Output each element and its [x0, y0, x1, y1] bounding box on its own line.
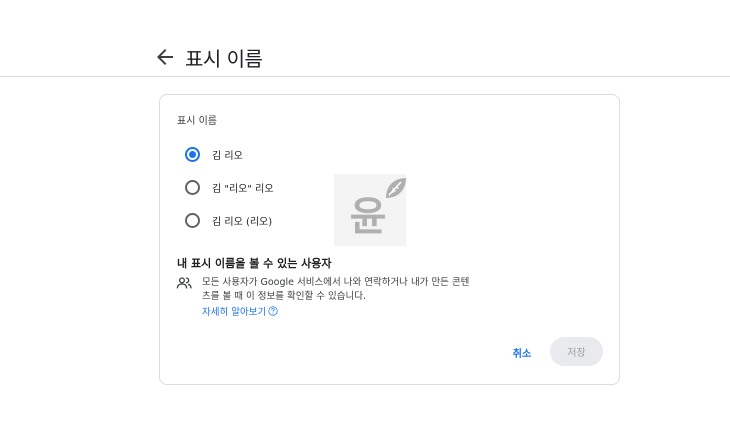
save-button[interactable]: 저장: [550, 337, 603, 366]
section-label: 표시 이름: [177, 116, 217, 127]
name-option-2[interactable]: 김 "리오" 리오: [185, 176, 274, 198]
page-header: 표시 이름: [0, 0, 730, 77]
visibility-title: 내 표시 이름을 볼 수 있는 사용자: [177, 257, 332, 270]
name-option-label: 김 리오: [212, 150, 243, 162]
name-option-3[interactable]: 김 리오 (리오): [185, 209, 272, 231]
radio-unselected[interactable]: [185, 212, 200, 228]
yoon-leaf-logo: 윤: [334, 174, 406, 246]
learn-more-label[interactable]: 자세히 알아보기: [202, 304, 266, 318]
name-option-label: 김 리오 (리오): [212, 216, 273, 228]
page-title: 표시 이름: [185, 47, 263, 71]
svg-text:윤: 윤: [350, 194, 387, 240]
visibility-description: 모든 사용자가 Google 서비스에서 나와 연락하거나 내가 만든 콘텐츠를…: [202, 277, 470, 302]
arrow-back-icon[interactable]: [153, 45, 177, 69]
people-icon: [176, 277, 192, 289]
name-option-label: 김 "리오" 리오: [212, 183, 274, 195]
cancel-button[interactable]: 취소: [502, 342, 542, 362]
radio-selected[interactable]: [185, 146, 200, 162]
help-icon: [268, 306, 278, 316]
radio-unselected[interactable]: [185, 179, 200, 195]
display-name-card: 표시 이름 김 리오 김 "리오" 리오 김 리오 (리오) 윤 내 표시 이름…: [159, 94, 620, 385]
name-option-1[interactable]: 김 리오: [185, 143, 243, 165]
learn-more-link[interactable]: 자세히 알아보기: [202, 304, 278, 318]
